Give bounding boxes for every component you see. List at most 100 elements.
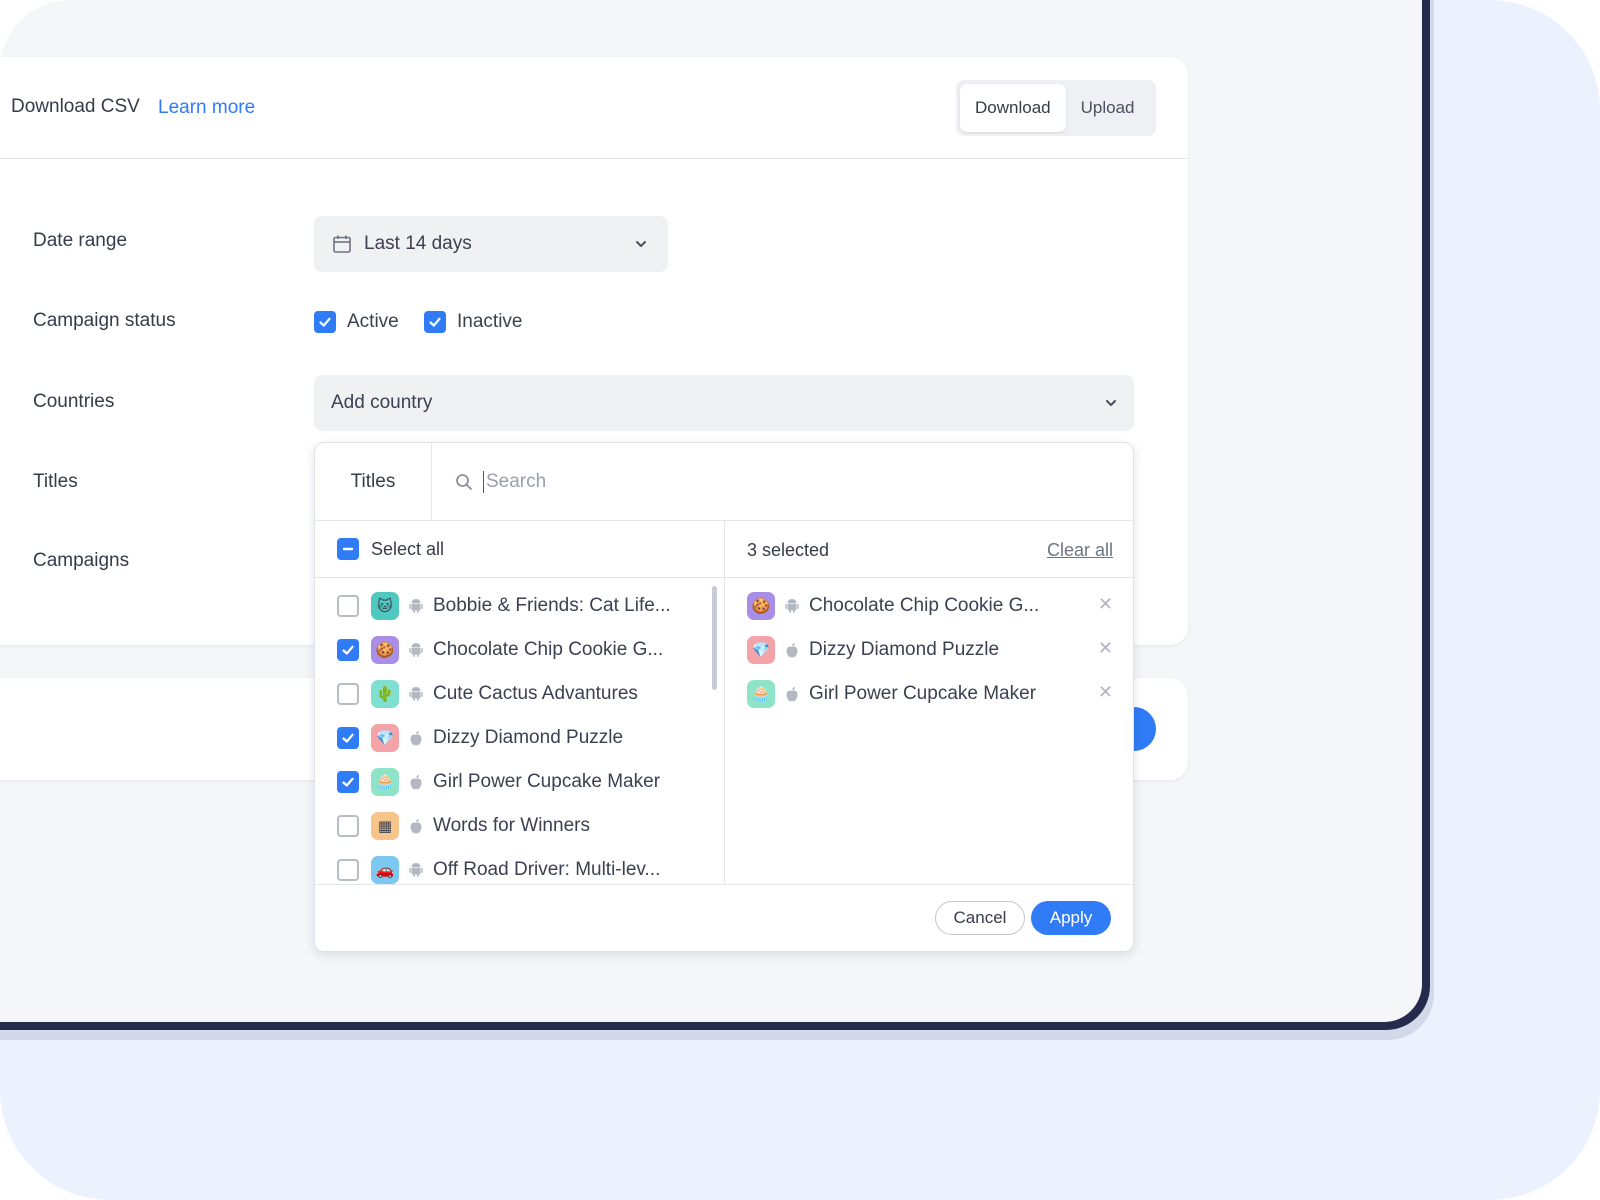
select-all-label: Select all	[371, 538, 445, 559]
cupcake-app-icon: 🧁	[371, 768, 399, 796]
search-box	[455, 471, 1083, 493]
titles-label: Titles	[33, 471, 78, 492]
device-frame: Download CSV Learn more Download Upload …	[0, 0, 1430, 1030]
checkbox-checked[interactable]	[424, 311, 446, 333]
available-titles-column: Select all 🐱 Bobbie & Friends: Cat Life..…	[315, 521, 725, 884]
dropdown-footer: Cancel Apply	[315, 884, 1133, 951]
chevron-down-icon	[636, 241, 646, 247]
list-item[interactable]: 🚗 Off Road Driver: Multi-lev...	[337, 855, 660, 884]
date-range-value: Last 14 days	[364, 233, 472, 254]
tab-upload[interactable]: Upload	[1066, 84, 1150, 132]
status-inactive-label: Inactive	[457, 311, 523, 332]
apple-icon	[409, 818, 423, 834]
cookie-app-icon: 🍪	[747, 592, 775, 620]
check-icon	[342, 645, 354, 655]
item-title: Bobbie & Friends: Cat Life...	[433, 595, 671, 616]
cactus-app-icon: 🌵	[371, 680, 399, 708]
checkbox-checked[interactable]	[337, 771, 359, 793]
checkbox-unchecked[interactable]	[337, 815, 359, 837]
selected-titles-column: 3 selected Clear all 🍪 Chocolate Chip Coo…	[725, 521, 1133, 884]
checkbox-unchecked[interactable]	[337, 859, 359, 881]
apply-button[interactable]: Apply	[1031, 901, 1111, 935]
check-icon	[319, 317, 331, 327]
item-title: Girl Power Cupcake Maker	[433, 771, 661, 792]
countries-placeholder: Add country	[331, 392, 433, 413]
date-range-select[interactable]: Last 14 days	[314, 216, 668, 272]
selected-item: 🧁 Girl Power Cupcake Maker	[747, 679, 1036, 709]
list-item[interactable]: 🐱 Bobbie & Friends: Cat Life...	[337, 591, 671, 621]
dropdown-header: Titles	[315, 443, 1133, 521]
scrollbar[interactable]	[712, 586, 717, 690]
screen: Download CSV Learn more Download Upload …	[0, 0, 1422, 1022]
list-item[interactable]: 🧁 Girl Power Cupcake Maker	[337, 767, 660, 797]
checkbox-indeterminate[interactable]	[337, 538, 359, 560]
item-title: Chocolate Chip Cookie G...	[433, 639, 664, 660]
selected-count: 3 selected	[747, 540, 830, 560]
android-icon	[409, 862, 423, 878]
cookie-app-icon: 🍪	[371, 636, 399, 664]
learn-more-link[interactable]: Learn more	[158, 97, 255, 119]
remove-icon[interactable]: ✕	[1098, 594, 1113, 615]
list-item[interactable]: 💎 Dizzy Diamond Puzzle	[337, 723, 623, 753]
car-app-icon: 🚗	[371, 856, 399, 884]
page-title: Download CSV	[11, 96, 140, 117]
minus-icon	[342, 547, 354, 551]
search-input[interactable]	[483, 471, 1083, 493]
apple-icon	[409, 774, 423, 790]
selected-list: 🍪 Chocolate Chip Cookie G... ✕ 💎 Dizzy Diamo…	[725, 578, 1133, 884]
apple-icon	[409, 730, 423, 746]
list-item[interactable]: 🌵 Cute Cactus Advantures	[337, 679, 638, 709]
clear-all-link[interactable]: Clear all	[1047, 540, 1113, 561]
item-title: Girl Power Cupcake Maker	[809, 683, 1037, 704]
cupcake-app-icon: 🧁	[747, 680, 775, 708]
tab-titles[interactable]: Titles	[315, 443, 432, 521]
checkbox-unchecked[interactable]	[337, 683, 359, 705]
list-item[interactable]: ▦ Words for Winners	[337, 811, 590, 841]
apple-icon	[785, 642, 799, 658]
diamond-app-icon: 💎	[371, 724, 399, 752]
checkbox-checked[interactable]	[337, 727, 359, 749]
android-icon	[409, 598, 423, 614]
selected-item: 🍪 Chocolate Chip Cookie G...	[747, 591, 1039, 621]
selected-item: 💎 Dizzy Diamond Puzzle	[747, 635, 999, 665]
cat-app-icon: 🐱	[371, 592, 399, 620]
list-item[interactable]: 🍪 Chocolate Chip Cookie G...	[337, 635, 663, 665]
calendar-icon	[333, 235, 351, 253]
android-icon	[409, 686, 423, 702]
date-range-label: Date range	[33, 230, 128, 251]
check-icon	[429, 317, 441, 327]
checkbox-unchecked[interactable]	[337, 595, 359, 617]
diamond-app-icon: 💎	[747, 636, 775, 664]
cancel-button[interactable]: Cancel	[935, 901, 1025, 935]
titles-list: 🐱 Bobbie & Friends: Cat Life... 🍪 Chocolate…	[315, 578, 725, 884]
status-active-label: Active	[347, 311, 399, 332]
remove-icon[interactable]: ✕	[1098, 682, 1113, 703]
chevron-down-icon	[1106, 400, 1116, 406]
select-all-checkbox[interactable]: Select all	[337, 538, 444, 560]
campaigns-label: Campaigns	[33, 550, 130, 571]
item-title: Off Road Driver: Multi-lev...	[433, 859, 661, 880]
selected-header: 3 selected Clear all	[725, 521, 1133, 578]
check-icon	[342, 733, 354, 743]
countries-label: Countries	[33, 391, 115, 412]
item-title: Cute Cactus Advantures	[433, 683, 638, 704]
android-icon	[409, 642, 423, 658]
mode-toggle: Download Upload	[956, 80, 1156, 136]
tab-download[interactable]: Download	[960, 84, 1066, 132]
status-active-checkbox[interactable]: Active	[314, 311, 399, 333]
checkbox-checked[interactable]	[337, 639, 359, 661]
countries-select[interactable]: Add country	[314, 375, 1134, 431]
checkbox-checked[interactable]	[314, 311, 336, 333]
item-title: Dizzy Diamond Puzzle	[809, 639, 1000, 660]
item-title: Chocolate Chip Cookie G...	[809, 595, 1040, 616]
search-icon	[456, 474, 472, 490]
remove-icon[interactable]: ✕	[1098, 638, 1113, 659]
words-app-icon: ▦	[371, 812, 399, 840]
status-inactive-checkbox[interactable]: Inactive	[424, 311, 522, 333]
item-title: Dizzy Diamond Puzzle	[433, 727, 624, 748]
titles-dropdown: Titles Select all	[314, 442, 1134, 952]
campaign-status-label: Campaign status	[33, 310, 176, 331]
android-icon	[785, 598, 799, 614]
check-icon	[342, 777, 354, 787]
apple-icon	[785, 686, 799, 702]
